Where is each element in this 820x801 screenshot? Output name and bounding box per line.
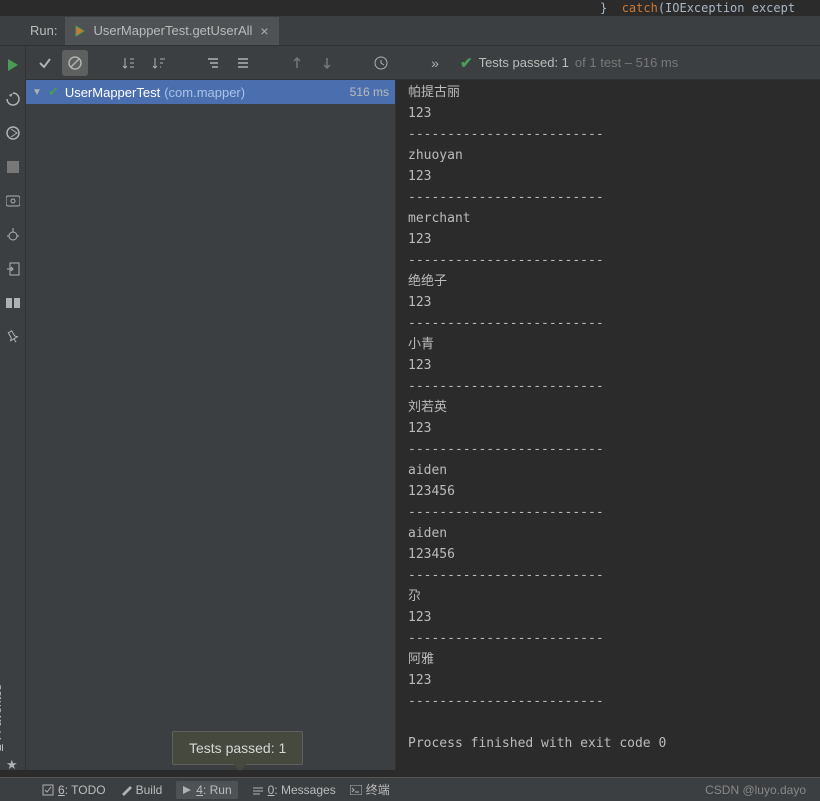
terminal-icon — [350, 785, 362, 795]
play-icon — [182, 785, 192, 795]
status-bar: 6: TODO Build 4: Run 0: Messages 终端 CSDN… — [0, 777, 820, 801]
favorites-tool[interactable]: 2 : Favorites — [0, 684, 4, 751]
test-run-icon — [73, 24, 87, 38]
favorites-label: : Favorites — [0, 684, 4, 740]
prev-icon[interactable] — [284, 50, 310, 76]
close-icon[interactable]: × — [258, 23, 270, 39]
run-tab-label: UserMapperTest.getUserAll — [93, 23, 252, 38]
collapse-all-icon[interactable] — [230, 50, 256, 76]
favorites-mnemonic: 2 — [0, 744, 4, 751]
layout-icon[interactable] — [4, 294, 22, 312]
exit-icon[interactable] — [4, 260, 22, 278]
status-detail: of 1 test – 516 ms — [575, 55, 678, 70]
watermark: CSDN @luyo.dayo — [705, 783, 806, 797]
tooltip: Tests passed: 1 — [172, 731, 303, 765]
run-tool[interactable]: 4: Run — [176, 781, 237, 799]
pin-icon[interactable] — [4, 328, 22, 346]
more-icon[interactable]: » — [422, 50, 448, 76]
history-icon[interactable] — [368, 50, 394, 76]
test-duration: 516 ms — [350, 85, 389, 99]
test-tree-row[interactable]: ▼ ✔ UserMapperTest (com.mapper) 516 ms — [26, 80, 395, 104]
rerun-failed-icon[interactable] — [4, 90, 22, 108]
sort-duration-icon[interactable] — [146, 50, 172, 76]
test-toolbar: » ✔ Tests passed: 1 of 1 test – 516 ms — [26, 46, 820, 80]
check-icon: ✔ — [48, 84, 59, 100]
todo-tool[interactable]: 6: TODO — [42, 783, 106, 797]
editor-snippet: } catch (IOException except — [0, 0, 820, 16]
run-tab[interactable]: UserMapperTest.getUserAll × — [65, 17, 278, 45]
test-class-name: UserMapperTest — [65, 85, 160, 100]
bug-icon[interactable] — [4, 226, 22, 244]
run-label: Run: — [0, 23, 65, 38]
expand-all-icon[interactable] — [200, 50, 226, 76]
messages-icon — [252, 785, 264, 795]
build-tool[interactable]: Build — [120, 783, 163, 797]
todo-icon — [42, 784, 54, 796]
stop-icon[interactable] — [4, 158, 22, 176]
sort-alpha-icon[interactable] — [116, 50, 142, 76]
chevron-down-icon[interactable]: ▼ — [32, 87, 42, 98]
check-icon: ✔ — [460, 54, 473, 72]
hammer-icon — [120, 784, 132, 796]
test-status: ✔ Tests passed: 1 of 1 test – 516 ms — [460, 54, 678, 72]
next-icon[interactable] — [314, 50, 340, 76]
console-output[interactable]: 帕提古丽 123 ------------------------- zhuoy… — [396, 80, 820, 770]
run-header: Run: UserMapperTest.getUserAll × — [0, 16, 820, 46]
messages-tool[interactable]: 0: Messages — [252, 783, 336, 797]
tool-rail — [0, 46, 26, 770]
star-icon[interactable]: ★ — [6, 757, 18, 773]
show-passed-icon[interactable] — [32, 50, 58, 76]
tooltip-text: Tests passed: 1 — [189, 740, 286, 756]
terminal-tool[interactable]: 终端 — [350, 781, 390, 798]
toggle-auto-icon[interactable] — [4, 124, 22, 142]
run-icon[interactable] — [4, 56, 22, 74]
show-ignored-icon[interactable] — [62, 50, 88, 76]
brace: } — [600, 1, 622, 15]
test-tree[interactable]: ▼ ✔ UserMapperTest (com.mapper) 516 ms — [26, 80, 396, 770]
keyword-catch: catch — [622, 1, 658, 15]
status-passed: Tests passed: 1 — [479, 55, 569, 70]
dump-icon[interactable] — [4, 192, 22, 210]
code-rest: (IOException except — [658, 1, 795, 15]
test-package: (com.mapper) — [164, 85, 245, 100]
